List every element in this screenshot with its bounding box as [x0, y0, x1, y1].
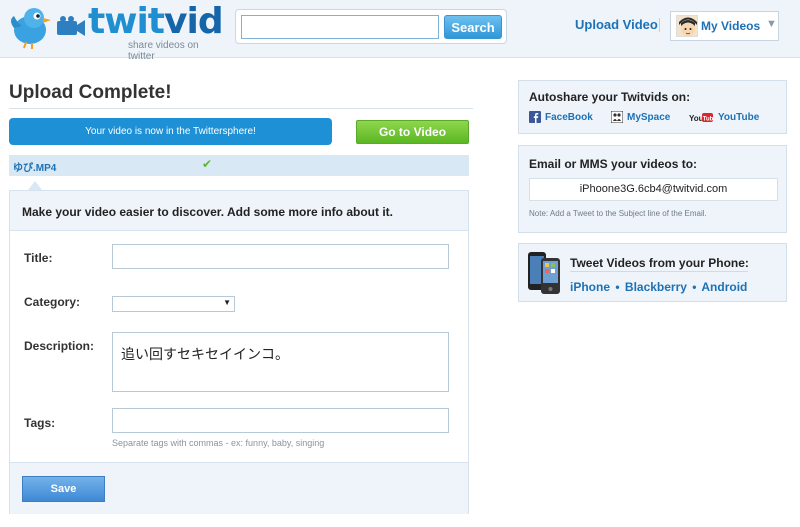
- search-bar: Search: [235, 9, 507, 44]
- uploaded-file-row: ゆぴ.MP4 ✔: [9, 155, 469, 176]
- description-textarea[interactable]: 追い回すセキセイインコ。: [112, 332, 449, 392]
- phone-links: iPhone • Blackberry • Android: [570, 280, 747, 294]
- pointer-notch: [28, 181, 42, 190]
- file-name: ゆぴ.MP4: [13, 163, 57, 174]
- upload-status-message: Your video is now in the Twittersphere!: [9, 118, 332, 145]
- my-videos-dropdown[interactable]: My Videos ▼: [670, 11, 779, 41]
- bullet-separator: •: [615, 280, 620, 294]
- twitter-bird-icon: [11, 8, 51, 49]
- bullet-separator: •: [692, 280, 697, 294]
- autoshare-panel: Autoshare your Twitvids on: FaceBook MyS…: [518, 80, 787, 134]
- myspace-link[interactable]: MySpace: [627, 112, 670, 123]
- form-heading: Make your video easier to discover. Add …: [22, 205, 393, 219]
- search-input[interactable]: [241, 15, 439, 39]
- android-link[interactable]: Android: [701, 280, 747, 294]
- title-input[interactable]: [112, 244, 449, 269]
- phone-divider: [570, 271, 748, 272]
- blackberry-link[interactable]: Blackberry: [625, 280, 687, 294]
- email-address[interactable]: iPhoone3G.6cb4@twitvid.com: [529, 178, 778, 201]
- avatar: [676, 15, 698, 37]
- svg-text:Tube: Tube: [703, 116, 713, 122]
- logo-vid: vid: [164, 1, 224, 42]
- dropdown-arrow-icon: ▼: [223, 298, 231, 307]
- logo-twit: twit: [88, 1, 165, 42]
- phone-title: Tweet Videos from your Phone:: [570, 256, 749, 270]
- video-info-form: Make your video easier to discover. Add …: [9, 190, 469, 514]
- chevron-down-icon: ▼: [766, 18, 777, 30]
- email-title: Email or MMS your videos to:: [529, 157, 698, 171]
- nav-divider: [659, 18, 660, 32]
- checkmark-icon: ✔: [202, 157, 213, 171]
- category-label: Category:: [24, 295, 81, 309]
- video-camera-icon: [57, 16, 85, 36]
- page-title: Upload Complete!: [9, 82, 172, 103]
- save-button[interactable]: Save: [22, 476, 105, 502]
- avatar-face-icon: [677, 16, 697, 36]
- tags-label: Tags:: [24, 416, 56, 430]
- youtube-icon: You Tube: [689, 113, 713, 123]
- twitvid-logo[interactable]: twitvid share videos on twitter: [8, 0, 224, 62]
- facebook-link[interactable]: FaceBook: [545, 112, 593, 123]
- tags-input[interactable]: [112, 408, 449, 433]
- facebook-icon: [529, 111, 541, 123]
- search-button[interactable]: Search: [444, 15, 502, 39]
- site-header: twitvid share videos on twitter Search U…: [0, 0, 800, 62]
- go-to-video-button[interactable]: Go to Video: [356, 120, 469, 144]
- logo-tagline: share videos on twitter: [128, 40, 199, 62]
- phones-icon: [528, 252, 560, 294]
- email-note: Note: Add a Tweet to the Subject line of…: [529, 209, 707, 218]
- myspace-icon: [611, 111, 623, 123]
- tags-hint: Separate tags with commas - ex: funny, b…: [112, 438, 325, 448]
- title-divider: [9, 108, 473, 109]
- description-label: Description:: [24, 339, 95, 353]
- autoshare-title: Autoshare your Twitvids on:: [529, 90, 691, 104]
- upload-video-link[interactable]: Upload Video: [575, 17, 658, 32]
- youtube-link[interactable]: YouTube: [718, 112, 759, 123]
- logo-wordmark: twitvid: [88, 0, 224, 44]
- iphone-link[interactable]: iPhone: [570, 280, 610, 294]
- svg-text:You: You: [689, 114, 704, 123]
- form-header: Make your video easier to discover. Add …: [10, 191, 468, 231]
- phone-panel: Tweet Videos from your Phone: iPhone • B…: [518, 243, 787, 302]
- email-panel: Email or MMS your videos to: iPhoone3G.6…: [518, 145, 787, 233]
- category-select[interactable]: ▼: [112, 296, 235, 312]
- my-videos-label: My Videos: [701, 19, 761, 33]
- form-footer: Save: [10, 462, 468, 514]
- title-label: Title:: [24, 251, 53, 265]
